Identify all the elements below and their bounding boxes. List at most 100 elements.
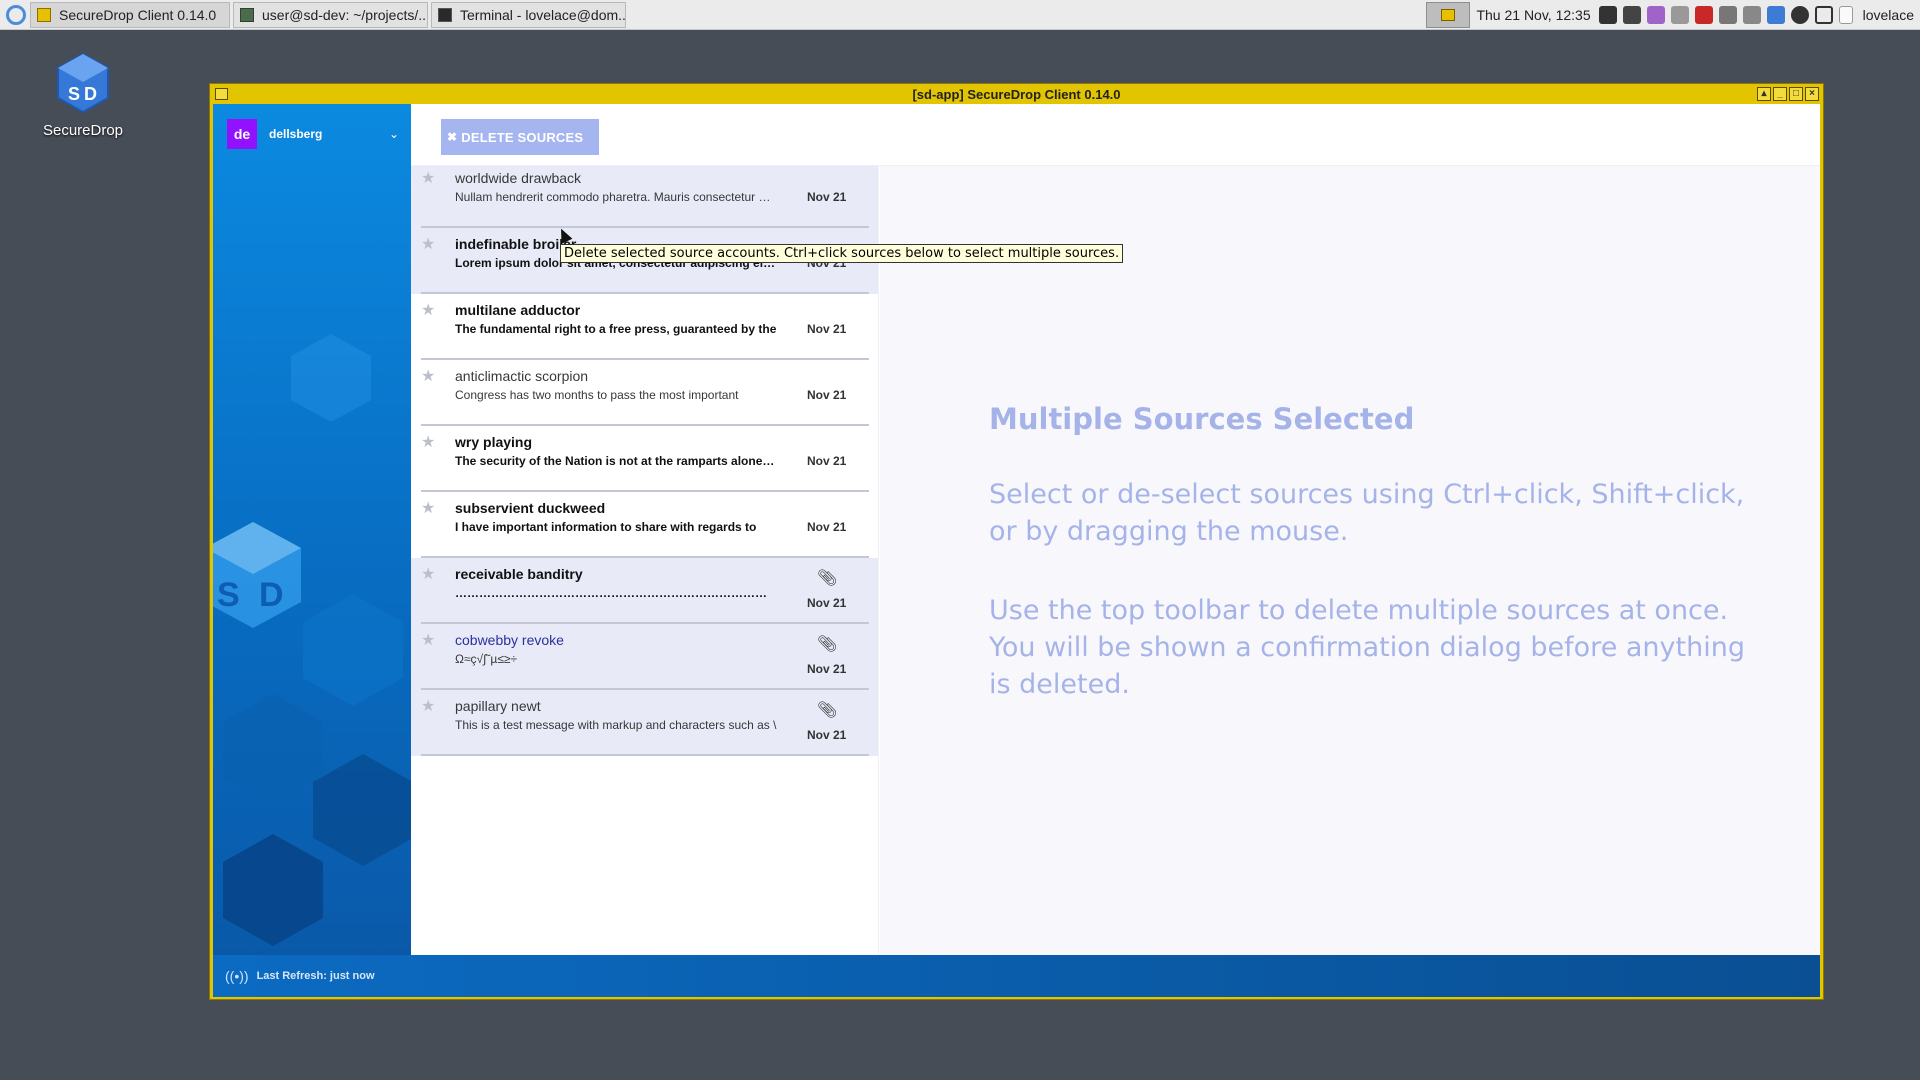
source-preview: Ω≈ç√∫˜µ≤≥÷	[455, 652, 518, 666]
clipboard-icon[interactable]	[1622, 6, 1641, 24]
qube-icon	[37, 7, 51, 22]
qube-manager-icon[interactable]	[1426, 2, 1471, 28]
hexagon-pattern: S D	[213, 334, 411, 946]
source-row[interactable]: ★ worldwide drawback Nullam hendrerit co…	[411, 166, 878, 228]
user-name: dellsberg	[269, 127, 323, 141]
source-name: worldwide drawback	[455, 170, 582, 186]
star-icon[interactable]: ★	[421, 234, 435, 254]
source-preview: ………………………………………………………………………………………………	[455, 586, 777, 600]
source-date: Nov 21	[807, 520, 847, 534]
terminal-icon	[438, 7, 452, 22]
cube-icon[interactable]	[1766, 6, 1785, 24]
desktop-icon-label: SecureDrop	[42, 122, 124, 139]
star-icon[interactable]: ★	[421, 630, 435, 650]
desktop-icon-securedrop[interactable]: S D SecureDrop	[40, 52, 126, 139]
avatar: de	[227, 119, 257, 149]
source-date: Nov 21	[807, 728, 847, 742]
window-minimize-icon[interactable]: _	[1773, 87, 1787, 101]
gear-icon[interactable]	[1790, 6, 1809, 24]
task-label: SecureDrop Client 0.14.0	[59, 6, 217, 23]
window-title: [sd-app] SecureDrop Client 0.14.0	[912, 86, 1121, 102]
source-preview: Congress has two months to pass the most…	[455, 388, 739, 402]
delete-sources-tooltip: Delete selected source accounts. Ctrl+cl…	[560, 244, 1124, 263]
task-label: Terminal - lovelace@dom...	[460, 6, 626, 23]
clock[interactable]: Thu 21 Nov, 12:35	[1476, 7, 1590, 23]
detail-pane: Multiple Sources Selected Select or de-s…	[880, 166, 1820, 955]
source-preview: I have important information to share wi…	[455, 520, 757, 534]
window-shade-icon[interactable]: ▴	[1757, 87, 1771, 101]
source-name: multilane adductor	[455, 302, 581, 318]
detail-instructions: Select or de-select sources using Ctrl+c…	[989, 479, 1745, 547]
source-date: Nov 21	[807, 388, 847, 402]
source-name: wry playing	[455, 434, 533, 450]
star-icon[interactable]: ★	[421, 432, 435, 452]
svg-text:S: S	[217, 576, 240, 614]
source-row[interactable]: ★ subservient duckweed I have important …	[411, 492, 878, 558]
lock-icon[interactable]	[1646, 6, 1665, 24]
paperclip-icon: 📎︎	[817, 702, 838, 719]
source-row[interactable]: ★ multilane adductor The fundamental rig…	[411, 294, 878, 360]
paperclip-icon: 📎︎	[817, 570, 838, 587]
source-preview: This is a test message with markup and c…	[455, 718, 777, 732]
last-refresh-status: Last Refresh: just now	[256, 970, 375, 982]
task-terminal[interactable]: Terminal - lovelace@dom...	[431, 1, 626, 28]
editor-icon	[240, 7, 254, 22]
securedrop-logo-icon: S D	[56, 52, 110, 114]
task-label: user@sd-dev: ~/projects/...	[262, 6, 428, 23]
source-row[interactable]: ★ papillary newt This is a test message …	[411, 690, 878, 756]
tools-icon[interactable]	[1742, 6, 1761, 24]
star-icon[interactable]: ★	[421, 300, 435, 320]
taskbar: SecureDrop Client 0.14.0 user@sd-dev: ~/…	[0, 0, 1920, 30]
source-date: Nov 21	[807, 454, 847, 468]
refresh-signal-icon[interactable]: ((•))	[225, 968, 249, 984]
window-menu-icon[interactable]	[215, 88, 228, 100]
source-name: subservient duckweed	[455, 500, 606, 516]
star-icon[interactable]: ★	[421, 168, 435, 188]
start-menu-icon[interactable]	[6, 4, 26, 25]
svg-text:S: S	[68, 84, 80, 104]
lock-icon[interactable]	[1670, 6, 1689, 24]
window-maximize-icon[interactable]: □	[1789, 87, 1803, 101]
source-row[interactable]: ★ cobwebby revoke Ω≈ç√∫˜µ≤≥÷ 📎︎ Nov 21	[411, 624, 878, 690]
svg-text:D: D	[259, 576, 284, 614]
source-row[interactable]: ★ receivable banditry …………………………………………………	[411, 558, 878, 624]
network-icon[interactable]	[1718, 6, 1737, 24]
detail-delete-note: Use the top toolbar to delete multiple s…	[989, 595, 1745, 700]
delete-sources-button[interactable]: ✖ DELETE SOURCES	[441, 119, 599, 155]
source-list: ★ worldwide drawback Nullam hendrerit co…	[411, 166, 879, 955]
source-name: papillary newt	[455, 698, 541, 714]
star-icon[interactable]: ★	[421, 564, 435, 584]
volume-icon[interactable]	[1598, 6, 1617, 24]
windows-icon[interactable]	[1814, 6, 1833, 24]
user-name[interactable]: lovelace	[1863, 7, 1914, 23]
task-securedrop-client[interactable]: SecureDrop Client 0.14.0	[30, 1, 230, 28]
source-row[interactable]: ★ wry playing The security of the Nation…	[411, 426, 878, 492]
delete-sources-label: DELETE SOURCES	[461, 129, 584, 145]
source-date: Nov 21	[807, 322, 847, 336]
page-icon[interactable]	[1838, 6, 1853, 24]
paperclip-icon: 📎︎	[817, 636, 838, 653]
source-date: Nov 21	[807, 596, 847, 610]
network-signal-icon[interactable]	[1694, 6, 1713, 24]
star-icon[interactable]: ★	[421, 696, 435, 716]
securedrop-window: [sd-app] SecureDrop Client 0.14.0 ▴ _ □ …	[209, 83, 1824, 1000]
source-date: Nov 21	[807, 662, 847, 676]
star-icon[interactable]: ★	[421, 498, 435, 518]
window-client-area: S D de dellsberg ⌄ ✖ DELETE SOURCES ★ wo…	[213, 104, 1820, 997]
svg-text:D: D	[84, 84, 97, 104]
close-icon: ✖	[447, 130, 458, 144]
star-icon[interactable]: ★	[421, 366, 435, 386]
user-menu[interactable]: de dellsberg ⌄	[227, 119, 399, 149]
source-date: Nov 21	[807, 190, 847, 204]
chevron-down-icon[interactable]: ⌄	[389, 127, 399, 141]
source-name: anticlimactic scorpion	[455, 368, 589, 384]
source-preview: The security of the Nation is not at the…	[455, 454, 777, 468]
source-preview: Nullam hendrerit commodo pharetra. Mauri…	[455, 190, 771, 204]
window-close-icon[interactable]: ×	[1805, 87, 1819, 101]
top-toolbar: ✖ DELETE SOURCES	[411, 104, 1820, 166]
task-user-sd-dev[interactable]: user@sd-dev: ~/projects/...	[233, 1, 428, 28]
window-titlebar[interactable]: [sd-app] SecureDrop Client 0.14.0 ▴ _ □ …	[210, 84, 1823, 104]
left-pane: S D de dellsberg ⌄	[213, 104, 411, 955]
source-row[interactable]: ★ anticlimactic scorpion Congress has tw…	[411, 360, 878, 426]
status-bar: ((•)) Last Refresh: just now	[213, 955, 1820, 997]
